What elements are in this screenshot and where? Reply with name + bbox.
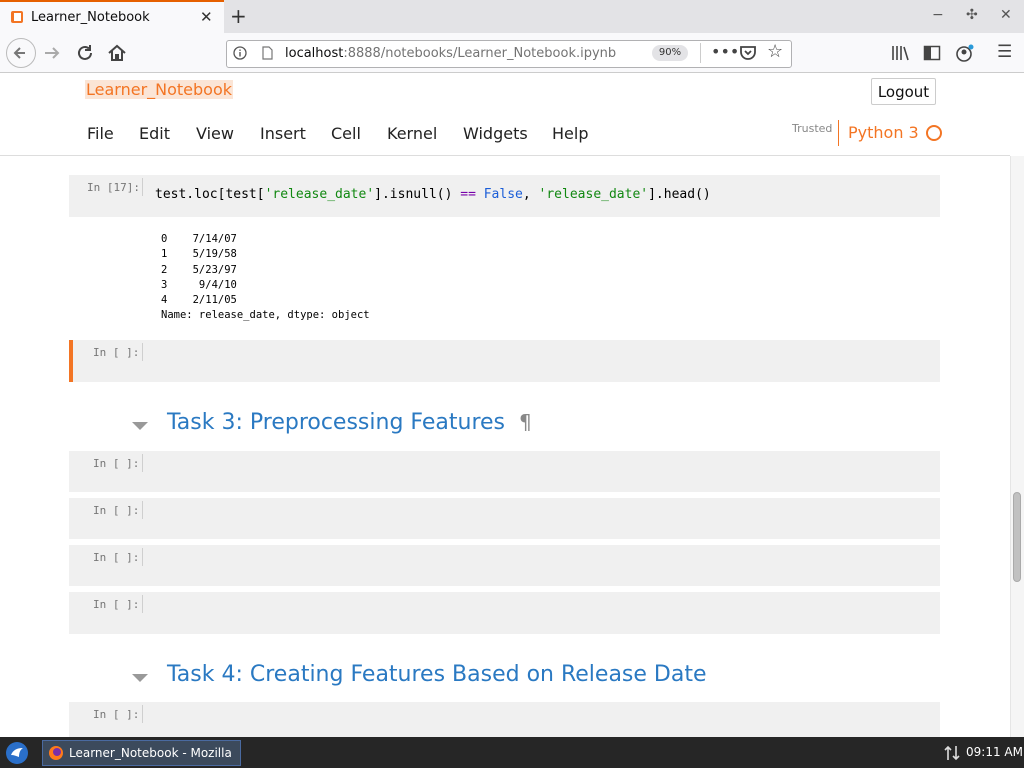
prompt-separator: [142, 501, 143, 519]
info-icon[interactable]: [233, 46, 247, 60]
logout-button[interactable]: Logout: [871, 78, 936, 105]
code-cell[interactable]: [69, 498, 940, 539]
cell-prompt: In [ ]:: [93, 346, 140, 359]
kernel-divider: [838, 120, 839, 146]
code-cell[interactable]: [69, 592, 940, 634]
home-icon[interactable]: [106, 42, 128, 64]
menu-widgets[interactable]: Widgets: [463, 124, 528, 143]
reload-icon[interactable]: [74, 42, 96, 64]
taskbar-window-title: Learner_Notebook - Mozilla ...: [69, 746, 232, 774]
taskbar-window-button[interactable]: Learner_Notebook - Mozilla ...: [42, 740, 241, 774]
cell-prompt: In [ ]:: [93, 457, 140, 470]
cell-prompt: In [ ]:: [93, 598, 140, 611]
prompt-separator: [142, 343, 143, 361]
selected-code-cell[interactable]: [69, 340, 940, 382]
pocket-icon[interactable]: [739, 44, 757, 62]
browser-tab[interactable]: Learner_Notebook ✕: [0, 0, 224, 33]
maximize-icon[interactable]: ✣: [966, 7, 978, 23]
notebook-body: [0, 156, 1024, 737]
menu-file[interactable]: File: [87, 124, 114, 143]
cell-output: 0 7/14/07 1 5/19/58 2 5/23/97 3 9/4/10 4 2/1…: [161, 232, 370, 324]
network-icon[interactable]: [943, 744, 961, 762]
output-line: 2 5/23/97: [161, 263, 237, 276]
account-icon[interactable]: [955, 43, 975, 63]
notebook-title[interactable]: Learner_Notebook: [85, 80, 234, 99]
close-window-icon[interactable]: ✕: [1000, 7, 1012, 23]
menu-cell[interactable]: Cell: [331, 124, 361, 143]
anchor-link[interactable]: ¶: [519, 410, 532, 434]
code-cell[interactable]: [69, 545, 940, 586]
task4-heading: Task 4: Creating Features Based on Relea…: [167, 662, 707, 687]
code-input[interactable]: test.loc[test['release_date'].isnull() =…: [155, 187, 711, 202]
url-host: localhost: [285, 46, 344, 61]
scrollbar-thumb[interactable]: [1013, 492, 1021, 582]
collapse-heading-icon[interactable]: [132, 422, 148, 430]
menu-insert[interactable]: Insert: [260, 124, 306, 143]
new-tab-icon[interactable]: +: [230, 4, 247, 28]
page-icon: [262, 46, 273, 60]
sidebar-icon[interactable]: [923, 44, 941, 62]
cell-prompt: In [17]:: [87, 181, 140, 194]
task3-heading: Task 3: Preprocessing Features: [167, 410, 506, 435]
code-cell[interactable]: [69, 451, 940, 492]
clock[interactable]: 09:11 AM: [966, 745, 1023, 759]
page-actions-icon[interactable]: •••: [711, 42, 739, 61]
code-part: ].head(): [648, 187, 711, 202]
code-cell[interactable]: [69, 702, 940, 737]
close-tab-icon[interactable]: ✕: [200, 8, 213, 26]
header-divider: [0, 155, 1010, 156]
notebook-favicon-icon: [11, 11, 23, 23]
menu-view[interactable]: View: [196, 124, 234, 143]
start-menu-icon[interactable]: [5, 741, 29, 765]
bookmark-star-icon[interactable]: ☆: [767, 41, 783, 62]
output-line: 1 5/19/58: [161, 248, 237, 261]
scrollbar[interactable]: [1010, 156, 1024, 737]
cell-prompt: In [ ]:: [93, 551, 140, 564]
code-part: test.loc[test[: [155, 187, 265, 202]
kernel-status-icon: [926, 125, 942, 141]
prompt-separator: [142, 595, 143, 613]
output-line: 3 9/4/10: [161, 278, 237, 291]
url-text[interactable]: localhost:8888/notebooks/Learner_Noteboo…: [285, 46, 616, 61]
url-divider: [700, 43, 701, 63]
code-string: 'release_date': [538, 187, 649, 202]
hamburger-menu-icon[interactable]: ☰: [997, 42, 1012, 62]
code-string: 'release_date': [264, 187, 375, 202]
output-line: 4 2/11/05: [161, 294, 237, 307]
menu-kernel[interactable]: Kernel: [387, 124, 437, 143]
code-keyword: False: [483, 187, 523, 202]
prompt-separator: [142, 178, 143, 196]
code-operator: ==: [460, 187, 476, 202]
menu-edit[interactable]: Edit: [139, 124, 170, 143]
output-line: 0 7/14/07: [161, 233, 237, 245]
code-part: ,: [522, 187, 539, 202]
cell-prompt: In [ ]:: [93, 504, 140, 517]
back-arrow-icon: [13, 47, 25, 59]
cell-prompt: In [ ]:: [93, 708, 140, 721]
library-icon[interactable]: [891, 44, 909, 62]
forward-arrow-icon[interactable]: [40, 42, 64, 64]
prompt-separator: [142, 705, 143, 723]
firefox-icon: [49, 746, 63, 760]
collapse-heading-icon[interactable]: [132, 674, 148, 682]
prompt-separator: [142, 548, 143, 566]
prompt-separator: [142, 454, 143, 472]
minimize-icon[interactable]: −: [932, 7, 944, 23]
back-button[interactable]: [6, 38, 36, 68]
kernel-name[interactable]: Python 3: [848, 123, 919, 142]
output-line: Name: release_date, dtype: object: [161, 309, 370, 322]
tab-title: Learner_Notebook: [31, 10, 150, 25]
zoom-indicator[interactable]: 90%: [652, 45, 688, 61]
code-part: ].isnull(): [374, 187, 461, 202]
trusted-indicator[interactable]: Trusted: [792, 122, 832, 135]
url-path: :8888/notebooks/Learner_Notebook.ipynb: [343, 46, 617, 61]
menu-help[interactable]: Help: [552, 124, 588, 143]
